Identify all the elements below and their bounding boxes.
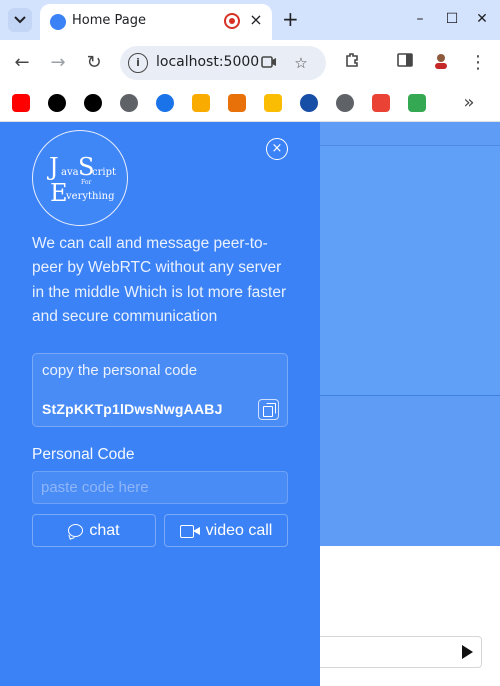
copy-code-label: copy the personal code — [42, 362, 198, 379]
forward-button[interactable]: → — [47, 52, 69, 74]
chevron-down-icon — [14, 16, 26, 24]
video-call-button[interactable]: video call — [164, 514, 288, 547]
globe-icon[interactable] — [120, 94, 138, 112]
bookmark-icon-6[interactable] — [264, 94, 282, 112]
youtube-icon[interactable] — [12, 94, 30, 112]
personal-code-card: copy the personal code StZpKKTp1lDwsNwgA… — [32, 353, 288, 427]
svg-text:For: For — [81, 179, 91, 186]
logo-wordmark: J ava S cript For E verything — [46, 153, 116, 207]
video-camera-icon — [179, 524, 200, 538]
favicon-icon — [50, 14, 66, 30]
personal-code-label: Personal Code — [32, 446, 135, 463]
copy-icon[interactable] — [258, 399, 279, 420]
new-tab-button[interactable]: + — [282, 9, 299, 29]
bookmark-icon-5[interactable] — [228, 94, 246, 112]
side-panel-icon[interactable] — [394, 52, 416, 74]
message-input[interactable] — [320, 636, 482, 668]
site-logo: J ava S cript For E verything — [32, 130, 128, 226]
bookmark-icon-1[interactable] — [48, 94, 66, 112]
intro-text: We can call and message peer-to-peer by … — [32, 235, 287, 325]
recording-icon — [224, 13, 240, 29]
bookmark-icon-4[interactable] — [192, 94, 210, 112]
tab-close-button[interactable]: × — [246, 10, 266, 30]
chat-bubble-icon — [68, 524, 84, 537]
chat-button[interactable]: chat — [32, 514, 156, 547]
tab-search-button[interactable] — [8, 8, 32, 32]
maximize-button[interactable]: ☐ — [442, 9, 462, 29]
svg-text:E: E — [50, 179, 68, 207]
close-sidebar-button[interactable]: × — [266, 138, 288, 160]
bookmark-icon-2[interactable] — [84, 94, 102, 112]
profile-avatar[interactable] — [430, 52, 452, 74]
bookmark-icon-8[interactable] — [336, 94, 354, 112]
chat-button-label: chat — [89, 521, 120, 539]
bookmark-star-icon[interactable]: ☆ — [292, 54, 310, 72]
bookmark-icon-7[interactable] — [300, 94, 318, 112]
address-bar[interactable]: i localhost:5000 ☆ — [120, 46, 326, 80]
sidebar: J ava S cript For E verything × We can c… — [0, 122, 320, 686]
tab-home-page[interactable]: Home Page × — [40, 4, 272, 40]
bookmarks-overflow-button[interactable]: » — [458, 92, 480, 114]
personal-code-input[interactable] — [32, 471, 288, 504]
site-info-icon[interactable]: i — [128, 53, 148, 73]
svg-text:ava: ava — [61, 167, 79, 178]
bookmark-icon-3[interactable] — [156, 94, 174, 112]
svg-text:verything: verything — [65, 191, 115, 202]
url-text[interactable]: localhost:5000 — [156, 54, 259, 70]
reload-button[interactable]: ↻ — [83, 52, 105, 74]
video-area — [320, 146, 500, 396]
svg-text:cript: cript — [92, 167, 116, 178]
bookmark-icon-9[interactable] — [372, 94, 390, 112]
bookmarks-bar: » — [0, 86, 500, 122]
minimize-button[interactable]: – — [410, 9, 430, 29]
main-header-strip — [320, 122, 500, 146]
svg-text:J: J — [46, 153, 59, 181]
personal-code-value: StZpKKTp1lDwsNwgAABJ — [42, 401, 223, 417]
camera-icon[interactable] — [260, 54, 278, 72]
menu-button[interactable]: ⋮ — [467, 52, 489, 74]
extensions-icon[interactable] — [341, 52, 363, 74]
main-footer-area — [320, 396, 500, 546]
bookmark-icon-10[interactable] — [408, 94, 426, 112]
tab-strip: Home Page × + – ☐ ✕ — [0, 0, 500, 40]
window-close-button[interactable]: ✕ — [472, 9, 492, 29]
browser-toolbar: ← → ↻ i localhost:5000 ☆ ⋮ — [0, 40, 500, 86]
send-icon[interactable] — [462, 645, 473, 659]
video-call-button-label: video call — [205, 521, 273, 539]
page-content: J ava S cript For E verything × We can c… — [0, 122, 500, 686]
back-button[interactable]: ← — [11, 52, 33, 74]
tab-title: Home Page — [72, 13, 146, 28]
